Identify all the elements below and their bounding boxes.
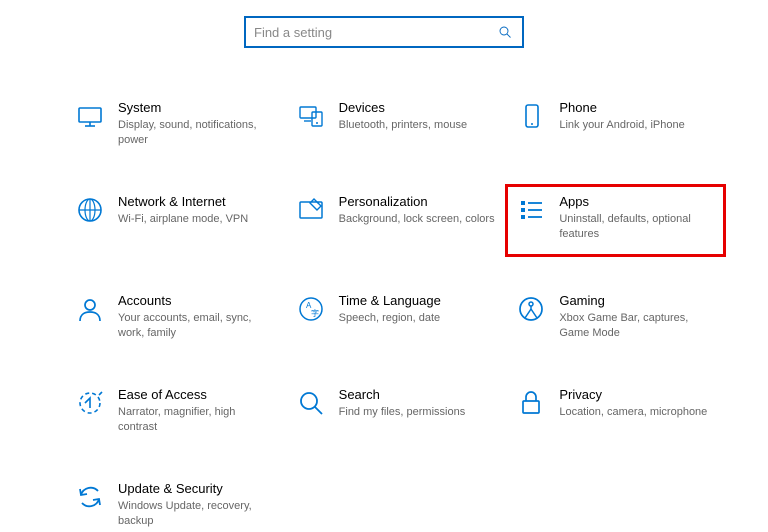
tile-text: Apps Uninstall, defaults, optional featur… (559, 194, 714, 242)
tile-desc: Bluetooth, printers, mouse (339, 118, 496, 133)
tile-time[interactable]: Time & Language Speech, region, date (291, 289, 500, 345)
tile-title: Personalization (339, 194, 496, 209)
tile-text: Time & Language Speech, region, date (339, 293, 496, 326)
gaming-icon (515, 293, 547, 325)
tile-apps[interactable]: Apps Uninstall, defaults, optional featur… (511, 190, 720, 252)
tile-text: Privacy Location, camera, microphone (559, 387, 716, 420)
tile-system[interactable]: System Display, sound, notifications, pow… (70, 96, 279, 152)
tile-title: Apps (559, 194, 714, 209)
phone-icon (515, 100, 547, 132)
tile-devices[interactable]: Devices Bluetooth, printers, mouse (291, 96, 500, 152)
tile-desc: Wi-Fi, airplane mode, VPN (118, 212, 275, 227)
tile-text: Search Find my files, permissions (339, 387, 496, 420)
tile-desc: Speech, region, date (339, 311, 496, 326)
system-icon (74, 100, 106, 132)
ease-icon (74, 387, 106, 419)
tile-desc: Location, camera, microphone (559, 405, 716, 420)
tile-desc: Display, sound, notifications, power (118, 118, 275, 148)
settings-home: System Display, sound, notifications, pow… (0, 0, 768, 532)
tile-title: Phone (559, 100, 716, 115)
tile-text: Personalization Background, lock screen, … (339, 194, 496, 227)
tile-title: Time & Language (339, 293, 496, 308)
devices-icon (295, 100, 327, 132)
tile-text: Gaming Xbox Game Bar, captures, Game Mode (559, 293, 716, 341)
tile-title: Search (339, 387, 496, 402)
tile-network[interactable]: Network & Internet Wi-Fi, airplane mode, … (70, 190, 279, 252)
tile-accounts[interactable]: Accounts Your accounts, email, sync, work… (70, 289, 279, 345)
search-container (0, 16, 768, 48)
tile-desc: Xbox Game Bar, captures, Game Mode (559, 311, 716, 341)
update-icon (74, 481, 106, 513)
accounts-icon (74, 293, 106, 325)
tile-text: Devices Bluetooth, printers, mouse (339, 100, 496, 133)
tile-title: Update & Security (118, 481, 275, 496)
tile-title: Network & Internet (118, 194, 275, 209)
personalization-icon (295, 194, 327, 226)
tile-phone[interactable]: Phone Link your Android, iPhone (511, 96, 720, 152)
tile-desc: Background, lock screen, colors (339, 212, 496, 227)
tile-title: System (118, 100, 275, 115)
network-icon (74, 194, 106, 226)
search-icon (498, 25, 512, 39)
tile-text: Update & Security Windows Update, recover… (118, 481, 275, 529)
tile-title: Accounts (118, 293, 275, 308)
tile-privacy[interactable]: Privacy Location, camera, microphone (511, 383, 720, 439)
tile-desc: Find my files, permissions (339, 405, 496, 420)
tile-text: System Display, sound, notifications, pow… (118, 100, 275, 148)
tile-gaming[interactable]: Gaming Xbox Game Bar, captures, Game Mode (511, 289, 720, 345)
tile-desc: Windows Update, recovery, backup (118, 499, 275, 529)
tile-update[interactable]: Update & Security Windows Update, recover… (70, 477, 279, 532)
tile-desc: Your accounts, email, sync, work, family (118, 311, 275, 341)
tile-title: Devices (339, 100, 496, 115)
search-box[interactable] (244, 16, 524, 48)
privacy-icon (515, 387, 547, 419)
tile-text: Phone Link your Android, iPhone (559, 100, 716, 133)
tile-title: Gaming (559, 293, 716, 308)
search-icon (295, 387, 327, 419)
tile-text: Network & Internet Wi-Fi, airplane mode, … (118, 194, 275, 227)
time-icon (295, 293, 327, 325)
tile-search[interactable]: Search Find my files, permissions (291, 383, 500, 439)
tile-text: Ease of Access Narrator, magnifier, high … (118, 387, 275, 435)
tile-title: Privacy (559, 387, 716, 402)
tile-ease[interactable]: Ease of Access Narrator, magnifier, high … (70, 383, 279, 439)
apps-icon (515, 194, 547, 226)
settings-grid: System Display, sound, notifications, pow… (0, 96, 768, 532)
search-input[interactable] (254, 25, 514, 40)
tile-text: Accounts Your accounts, email, sync, work… (118, 293, 275, 341)
tile-desc: Uninstall, defaults, optional features (559, 212, 714, 242)
tile-title: Ease of Access (118, 387, 275, 402)
tile-personalization[interactable]: Personalization Background, lock screen, … (291, 190, 500, 252)
tile-desc: Link your Android, iPhone (559, 118, 716, 133)
tile-desc: Narrator, magnifier, high contrast (118, 405, 275, 435)
